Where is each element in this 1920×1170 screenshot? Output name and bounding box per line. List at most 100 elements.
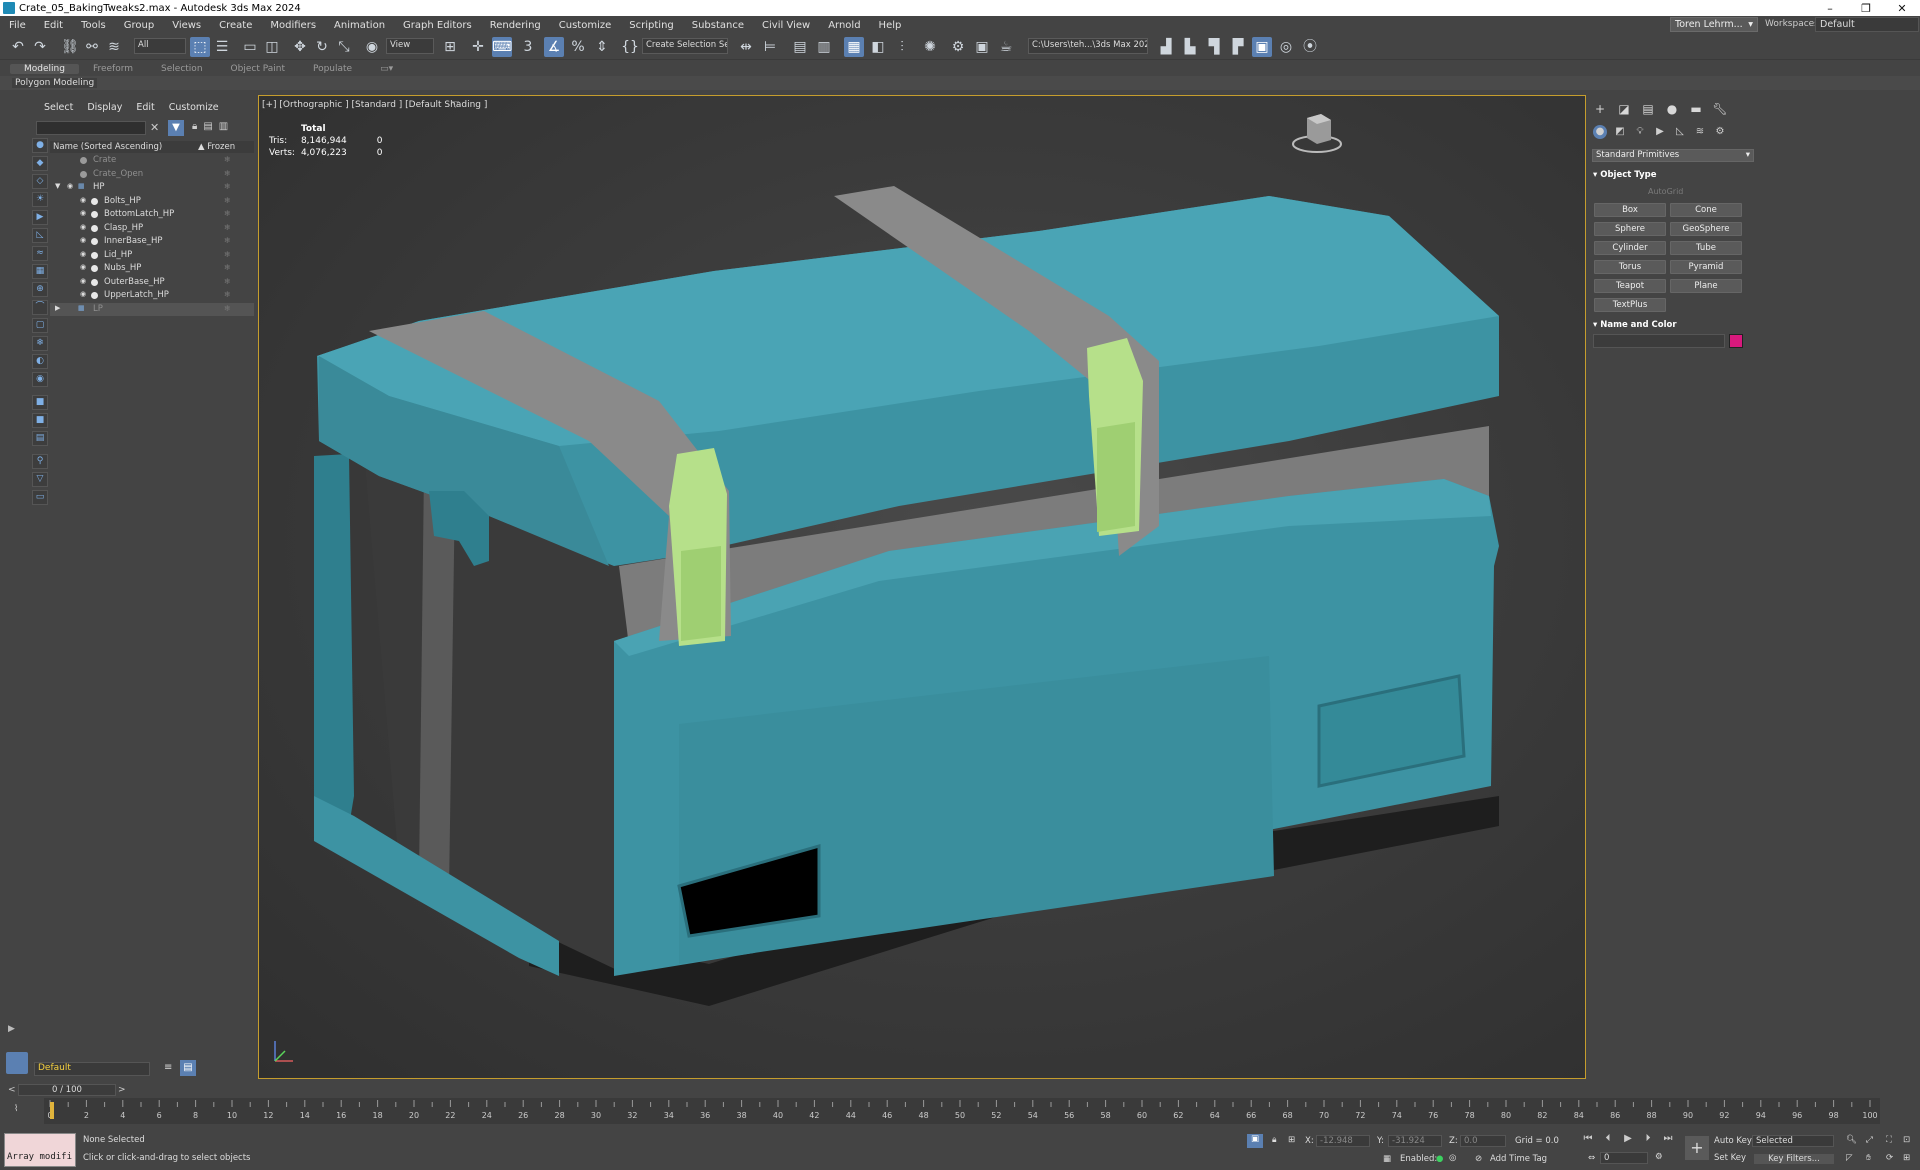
keyboard-shortcut-override-icon[interactable]: ⌨ [492,37,512,57]
collapse-arrow-icon[interactable]: ▼ [55,182,60,190]
display-children-icon[interactable]: ◉ [32,372,48,387]
viewcube[interactable] [1287,110,1347,158]
ribbon-tab-freeform[interactable]: Freeform [79,64,147,74]
select-by-name-icon[interactable]: ☰ [212,37,232,57]
material-editor-icon[interactable]: ✺ [920,37,940,57]
teapot-button[interactable]: Teapot [1594,279,1666,293]
visibility-icon[interactable] [80,157,87,164]
sphere-button[interactable]: Sphere [1594,222,1666,236]
window-crossing-icon[interactable]: ◫ [262,37,282,57]
asset-tracking-icon[interactable]: ▜ [1204,37,1224,57]
name-and-color-rollout[interactable]: ▾ Name and Color [1593,320,1753,332]
zoom-all-icon[interactable]: ⤢ [1866,1135,1873,1145]
menu-file[interactable]: File [0,20,35,31]
zoom-extents-icon[interactable]: ⛶ [1886,1135,1892,1145]
systems-icon[interactable]: ⚙ [1713,125,1727,139]
time-slider-prev-icon[interactable]: < [8,1085,16,1095]
tree-row[interactable]: ◉ Lid_HP ❄ [50,249,254,263]
display-spacewarps-icon[interactable]: ≈ [32,246,48,261]
display-containers-icon[interactable]: ▢ [32,318,48,333]
arnold-render-view-icon[interactable]: ⦿ [1300,37,1320,57]
current-frame-marker[interactable] [50,1102,54,1119]
plane-button[interactable]: Plane [1670,279,1742,293]
select-object-icon[interactable]: ⬚ [190,37,210,57]
display-tab-icon[interactable]: ▬ [1688,101,1704,117]
y-coordinate-field[interactable]: -31.924 [1388,1135,1442,1147]
freeze-icon[interactable]: ❄ [224,250,231,259]
open-explorer-icon[interactable]: ▙ [1180,37,1200,57]
rendered-frame-window-icon[interactable]: ▣ [972,37,992,57]
project-path-dropdown[interactable]: C:\Users\teh...\3ds Max 2024 [1028,38,1148,54]
eye-icon[interactable]: ◉ [80,250,86,258]
edit-named-selection-icon[interactable]: {} [620,37,640,57]
modify-tab-icon[interactable]: ◪ [1616,101,1632,117]
viewport-filter-icon[interactable]: ▽ [452,100,459,110]
freeze-icon[interactable]: ❄ [224,155,231,164]
minimize-button[interactable]: – [1812,2,1848,15]
eye-icon[interactable]: ◉ [80,290,86,298]
primitive-type-dropdown[interactable]: Standard Primitives ▾ [1592,149,1754,162]
display-properties-icon[interactable]: ▤ [32,431,48,446]
explorer-search-input[interactable] [36,121,146,135]
render-setup-icon[interactable]: ⚙ [948,37,968,57]
key-set-dropdown[interactable]: Selected [1752,1135,1834,1147]
explorer-column-header[interactable]: Name (Sorted Ascending) ▲ Frozen [50,141,254,153]
menu-graph-editors[interactable]: Graph Editors [394,20,481,31]
set-project-folder-icon[interactable]: ▟ [1156,37,1176,57]
next-frame-icon[interactable]: ⏵ [1640,1132,1656,1146]
menu-edit[interactable]: Edit [35,20,72,31]
display-lights-icon[interactable]: ☀ [32,192,48,207]
name-column-header[interactable]: Name (Sorted Ascending) [53,142,162,152]
menu-scripting[interactable]: Scripting [620,20,682,31]
torus-button[interactable]: Torus [1594,260,1666,274]
scene-state-icon[interactable]: ▣ [1252,37,1272,57]
freeze-icon[interactable]: ❄ [224,304,231,313]
display-shapes-icon[interactable]: ◇ [32,174,48,189]
lights-icon[interactable]: 💡︎ [1633,125,1647,139]
key-filters-button[interactable]: Key Filters... [1754,1154,1834,1164]
mirror-icon[interactable]: ⇹ [736,37,756,57]
expand-arrow-icon[interactable]: ▶ [55,304,60,312]
tree-row[interactable]: Crate ❄ [50,154,254,168]
viewport-orthographic[interactable] [258,95,1586,1079]
key-mode-icon[interactable]: ⇔ [1588,1153,1595,1163]
curve-editor-icon[interactable]: ◧ [868,37,888,57]
rotate-icon[interactable]: ↻ [312,37,332,57]
clear-search-icon[interactable]: ✕ [150,121,159,134]
menu-group[interactable]: Group [115,20,163,31]
adaptive-degradation-icon[interactable]: ▦ [1383,1154,1391,1164]
layer-stack-icon[interactable]: ≡ [164,1062,172,1073]
eye-icon[interactable]: ◉ [80,223,86,231]
freeze-icon[interactable]: ❄ [224,209,231,218]
autogrid-checkbox[interactable]: AutoGrid [1648,187,1683,196]
scale-icon[interactable]: ⤡ [334,37,354,57]
visibility-icon[interactable] [80,170,87,178]
tree-row[interactable]: ◉ Nubs_HP ❄ [50,262,254,276]
menu-modifiers[interactable]: Modifiers [261,20,325,31]
x-coordinate-field[interactable]: -12.948 [1316,1135,1370,1147]
tree-row[interactable]: ▶ ▦ LP ❄ [50,302,254,316]
orbit-icon[interactable]: ⟳ [1886,1153,1893,1163]
go-to-start-icon[interactable]: ⏮ [1580,1132,1596,1146]
z-coordinate-field[interactable]: 0.0 [1460,1135,1506,1147]
tree-row[interactable]: ▼ ◉ ▦ HP ❄ [50,181,254,195]
explorer-tool-icons[interactable]: 🔒︎▤▥ [192,121,234,132]
textplus-button[interactable]: TextPlus [1594,298,1666,312]
freeze-icon[interactable]: ❄ [224,182,231,191]
reference-coordinate-dropdown[interactable]: View [386,38,434,54]
current-layer-dropdown[interactable]: Default [34,1062,150,1076]
menu-create[interactable]: Create [210,20,261,31]
tree-row[interactable]: ◉ UpperLatch_HP ❄ [50,289,254,303]
display-hidden-icon[interactable]: ◐ [32,354,48,369]
toggle-scene-explorer-icon[interactable]: ▤ [790,37,810,57]
helpers-icon[interactable]: ◺ [1673,125,1687,139]
time-config-icon[interactable]: ⚙ [1655,1152,1663,1162]
menu-civil-view[interactable]: Civil View [753,20,819,31]
user-account-dropdown[interactable]: Toren Lehrm... ▾ [1670,17,1758,32]
menu-rendering[interactable]: Rendering [481,20,550,31]
named-selection-dropdown[interactable]: Create Selection Se [642,38,728,54]
filter-funnel-icon[interactable]: ▽ [32,472,48,487]
set-key-button[interactable]: Set Key [1714,1153,1746,1163]
menu-help[interactable]: Help [870,20,911,31]
undo-icon[interactable]: ↶ [8,37,28,57]
